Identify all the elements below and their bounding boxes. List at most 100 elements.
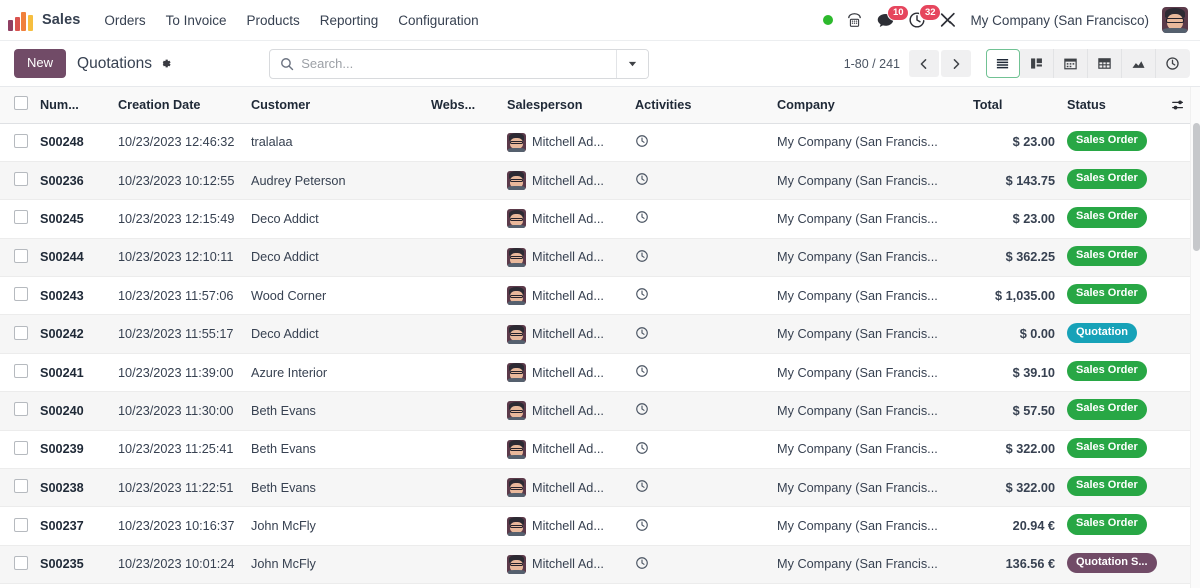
table-row[interactable]: S00242 10/23/2023 11:55:17 Deco Addict Mitc… xyxy=(0,314,1195,354)
checkbox-unchecked[interactable] xyxy=(14,133,28,148)
checkbox-unchecked[interactable] xyxy=(14,96,28,111)
odoo-bars-logo[interactable] xyxy=(8,9,34,31)
checkbox-unchecked[interactable] xyxy=(14,440,28,455)
column-header-activities[interactable]: Activities xyxy=(629,87,771,124)
cell-activities[interactable] xyxy=(629,238,771,278)
checkbox-unchecked[interactable] xyxy=(14,210,28,225)
clock-icon[interactable] xyxy=(635,479,649,493)
cell-number[interactable]: S00241 xyxy=(34,353,112,393)
row-select-cell[interactable] xyxy=(0,161,34,201)
menu-item-reporting[interactable]: Reporting xyxy=(310,8,389,33)
column-header-customer[interactable]: Customer xyxy=(245,87,425,124)
clock-icon[interactable] xyxy=(635,249,649,263)
current-company-name[interactable]: My Company (San Francisco) xyxy=(970,13,1149,28)
column-header-number[interactable]: Num... xyxy=(34,87,112,124)
column-header-date[interactable]: Creation Date xyxy=(112,87,245,124)
cell-number[interactable]: S00244 xyxy=(34,238,112,278)
list-view-icon[interactable] xyxy=(985,49,1020,78)
table-row[interactable]: S00236 10/23/2023 10:12:55 Audrey Peterson… xyxy=(0,161,1195,201)
cell-activities[interactable] xyxy=(629,314,771,354)
table-row[interactable]: S00244 10/23/2023 12:10:11 Deco Addict Mitc… xyxy=(0,238,1195,278)
checkbox-unchecked[interactable] xyxy=(14,172,28,187)
cell-number[interactable]: S00243 xyxy=(34,276,112,316)
chevron-left-icon[interactable] xyxy=(908,50,939,77)
menu-item-products[interactable]: Products xyxy=(236,8,309,33)
row-select-cell[interactable] xyxy=(0,545,34,585)
cell-activities[interactable] xyxy=(629,199,771,239)
activity-view-icon[interactable] xyxy=(1155,49,1190,78)
clock-icon[interactable] xyxy=(635,364,649,378)
table-row[interactable]: S00238 10/23/2023 11:22:51 Beth Evans Mitch… xyxy=(0,468,1195,508)
cell-number[interactable]: S00239 xyxy=(34,430,112,470)
cell-activities[interactable] xyxy=(629,276,771,316)
checkbox-unchecked[interactable] xyxy=(14,517,28,532)
row-select-cell[interactable] xyxy=(0,468,34,508)
checkbox-unchecked[interactable] xyxy=(14,555,28,570)
checkbox-unchecked[interactable] xyxy=(14,248,28,263)
clock-icon[interactable] xyxy=(635,172,649,186)
cell-number[interactable]: S00235 xyxy=(34,545,112,585)
pager-range[interactable]: 1-80 / 241 xyxy=(844,57,900,71)
column-header-website[interactable]: Webs... xyxy=(425,87,501,124)
table-row[interactable]: S00239 10/23/2023 11:25:41 Beth Evans Mitch… xyxy=(0,430,1195,470)
table-row[interactable]: S00240 10/23/2023 11:30:00 Beth Evans Mitch… xyxy=(0,391,1195,431)
wrench-tools-icon[interactable] xyxy=(939,11,957,29)
calendar-view-icon[interactable] xyxy=(1053,49,1088,78)
table-row[interactable]: S00248 10/23/2023 12:46:32 tralalaa Mitchel… xyxy=(0,123,1195,162)
new-button[interactable]: New xyxy=(14,49,67,78)
column-header-salesperson[interactable]: Salesperson xyxy=(501,87,629,124)
checkbox-unchecked[interactable] xyxy=(14,287,28,302)
table-row[interactable]: S00241 10/23/2023 11:39:00 Azure Interior M… xyxy=(0,353,1195,393)
cell-activities[interactable] xyxy=(629,123,771,162)
cell-number[interactable]: S00248 xyxy=(34,123,112,162)
search-input[interactable] xyxy=(301,49,617,78)
chat-bubble-icon[interactable]: 10 xyxy=(876,4,910,29)
row-select-cell[interactable] xyxy=(0,199,34,239)
menu-item-configuration[interactable]: Configuration xyxy=(388,8,488,33)
row-select-cell[interactable] xyxy=(0,314,34,354)
table-row[interactable]: S00237 10/23/2023 10:16:37 John McFly Mitch… xyxy=(0,506,1195,546)
column-header-status[interactable]: Status xyxy=(1061,87,1161,124)
row-select-cell[interactable] xyxy=(0,238,34,278)
graph-view-icon[interactable] xyxy=(1121,49,1156,78)
checkbox-unchecked[interactable] xyxy=(14,325,28,340)
chevron-right-icon[interactable] xyxy=(940,50,971,77)
cell-activities[interactable] xyxy=(629,545,771,585)
select-all-header[interactable] xyxy=(0,87,34,124)
row-select-cell[interactable] xyxy=(0,353,34,393)
table-row[interactable]: S00245 10/23/2023 12:15:49 Deco Addict Mitc… xyxy=(0,199,1195,239)
phone-icon[interactable] xyxy=(846,12,863,29)
gear-icon[interactable] xyxy=(159,57,172,70)
column-header-total[interactable]: Total xyxy=(967,87,1061,124)
clock-icon[interactable] xyxy=(635,326,649,340)
table-row[interactable]: S00243 10/23/2023 11:57:06 Wood Corner Mitc… xyxy=(0,276,1195,316)
cell-number[interactable]: S00245 xyxy=(34,199,112,239)
table-row[interactable]: S00235 10/23/2023 10:01:24 John McFly Mitch… xyxy=(0,545,1195,585)
cell-number[interactable]: S00237 xyxy=(34,506,112,546)
row-select-cell[interactable] xyxy=(0,430,34,470)
checkbox-unchecked[interactable] xyxy=(14,364,28,379)
row-select-cell[interactable] xyxy=(0,391,34,431)
cell-activities[interactable] xyxy=(629,506,771,546)
clock-icon[interactable] xyxy=(635,210,649,224)
clock-icon[interactable] xyxy=(635,441,649,455)
cell-activities[interactable] xyxy=(629,468,771,508)
clock-activity-icon[interactable]: 32 xyxy=(908,4,942,29)
cell-number[interactable]: S00240 xyxy=(34,391,112,431)
app-brand-name[interactable]: Sales xyxy=(42,12,80,28)
cell-activities[interactable] xyxy=(629,161,771,201)
cell-number[interactable]: S00238 xyxy=(34,468,112,508)
clock-icon[interactable] xyxy=(635,287,649,301)
search-dropdown-toggle[interactable] xyxy=(616,49,649,78)
row-select-cell[interactable] xyxy=(0,276,34,316)
checkbox-unchecked[interactable] xyxy=(14,402,28,417)
search-view[interactable] xyxy=(269,48,650,79)
cell-activities[interactable] xyxy=(629,430,771,470)
cell-activities[interactable] xyxy=(629,391,771,431)
checkbox-unchecked[interactable] xyxy=(14,479,28,494)
vertical-scrollbar[interactable] xyxy=(1190,87,1200,588)
clock-icon[interactable] xyxy=(635,402,649,416)
cell-number[interactable]: S00236 xyxy=(34,161,112,201)
row-select-cell[interactable] xyxy=(0,123,34,162)
menu-item-orders[interactable]: Orders xyxy=(94,8,155,33)
